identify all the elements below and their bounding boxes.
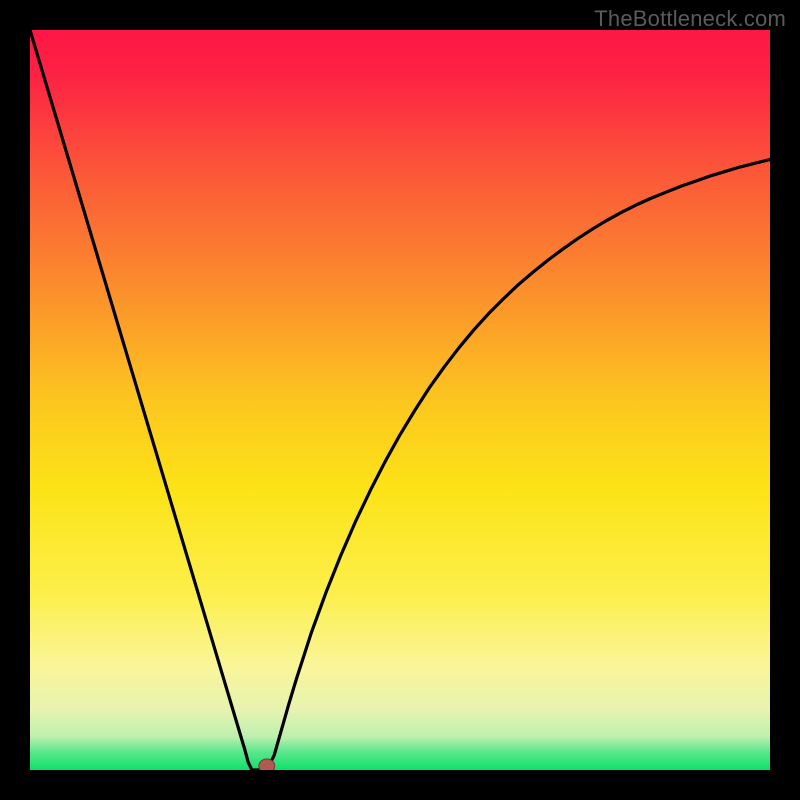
chart-frame: TheBottleneck.com: [0, 0, 800, 800]
plot-area: [30, 30, 770, 770]
optimum-marker: [259, 759, 275, 770]
watermark-text: TheBottleneck.com: [594, 6, 786, 32]
chart-svg: [30, 30, 770, 770]
